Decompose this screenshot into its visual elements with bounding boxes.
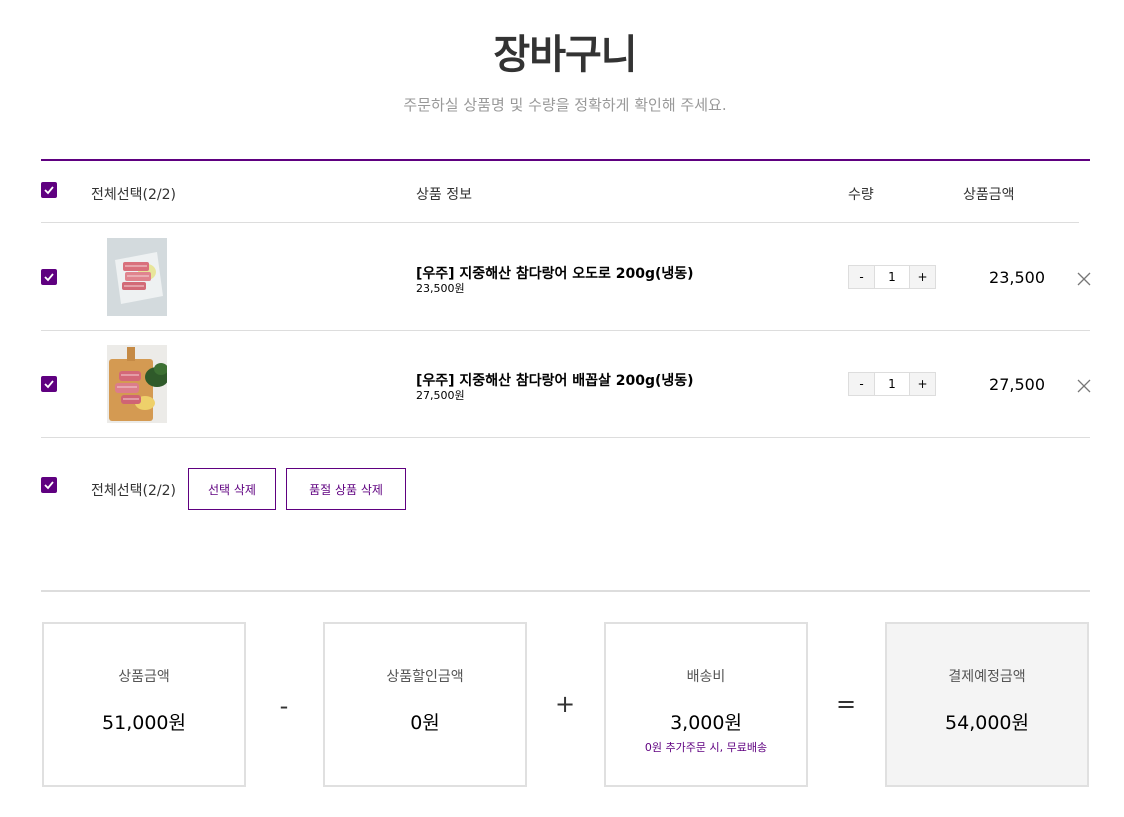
quantity-decrease-button[interactable]: - (849, 266, 874, 288)
product-thumbnail[interactable] (107, 345, 167, 423)
summary-label: 결제예정금액 (948, 669, 1026, 685)
page-title: 장바구니 (493, 32, 637, 78)
product-thumbnail[interactable] (107, 238, 167, 316)
checkbox-checked-icon (44, 273, 54, 282)
delete-soldout-button[interactable]: 품절 상품 삭제 (286, 468, 406, 510)
page-subtitle: 주문하실 상품명 및 수량을 정확하게 확인해 주세요. (403, 96, 727, 114)
summary-final-amount: 결제예정금액 54,000원 (885, 622, 1089, 787)
summary-discount: 상품할인금액 0원 (323, 622, 527, 787)
summary-label: 상품할인금액 (386, 669, 464, 685)
header-product-info: 상품 정보 (416, 187, 472, 203)
quantity-increase-button[interactable]: + (910, 266, 935, 288)
checkbox-checked-icon (44, 186, 54, 195)
select-all-label: 전체선택(2/2) (91, 187, 176, 203)
summary-label: 배송비 (686, 669, 726, 685)
product-unit-price: 27,500원 (416, 389, 465, 402)
item-checkbox[interactable] (41, 269, 57, 285)
summary-value: 0원 (410, 712, 440, 734)
quantity-stepper: - 1 + (848, 265, 936, 289)
summary-value: 54,000원 (945, 712, 1029, 734)
summary-delivery: 배송비 3,000원 0원 추가주문 시, 무료배송 (604, 622, 808, 787)
header-divider (41, 222, 1079, 223)
tuna-belly-image (107, 345, 167, 423)
quantity-stepper: - 1 + (848, 372, 936, 396)
header-quantity: 수량 (848, 187, 874, 203)
close-icon (1077, 272, 1091, 286)
remove-item-button[interactable] (1077, 271, 1091, 286)
header-amount: 상품금액 (963, 187, 1015, 203)
row-divider (41, 437, 1090, 438)
item-total: 27,500 (989, 375, 1045, 394)
summary-product-amount: 상품금액 51,000원 (42, 622, 246, 787)
summary-divider (41, 590, 1090, 592)
select-all-checkbox[interactable] (41, 182, 57, 198)
summary-label: 상품금액 (118, 669, 170, 685)
tuna-otoro-image (107, 238, 167, 316)
summary-value: 3,000원 (670, 712, 742, 734)
remove-item-button[interactable] (1077, 378, 1091, 393)
select-all-checkbox-bottom[interactable] (41, 477, 57, 493)
plus-operator: + (554, 690, 576, 718)
quantity-decrease-button[interactable]: - (849, 373, 874, 395)
quantity-increase-button[interactable]: + (910, 373, 935, 395)
free-shipping-note: 0원 추가주문 시, 무료배송 (644, 741, 768, 754)
checkbox-checked-icon (44, 380, 54, 389)
top-divider (41, 159, 1090, 161)
product-unit-price: 23,500원 (416, 282, 465, 295)
row-divider (41, 330, 1090, 331)
checkbox-checked-icon (44, 481, 54, 490)
delete-selected-button[interactable]: 선택 삭제 (188, 468, 276, 510)
summary-value: 51,000원 (102, 712, 186, 734)
quantity-value[interactable]: 1 (874, 373, 910, 395)
select-all-label-bottom: 전체선택(2/2) (91, 483, 176, 499)
item-total: 23,500 (989, 268, 1045, 287)
equals-operator: = (835, 690, 857, 718)
minus-operator: - (279, 692, 289, 720)
quantity-value[interactable]: 1 (874, 266, 910, 288)
close-icon (1077, 379, 1091, 393)
item-checkbox[interactable] (41, 376, 57, 392)
